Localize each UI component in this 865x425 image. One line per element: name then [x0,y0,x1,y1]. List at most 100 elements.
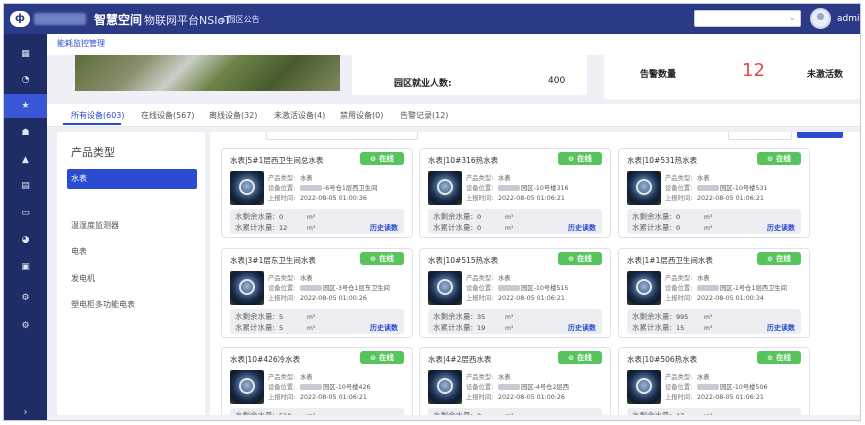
remaining-row: 水剩余水量: 995 m³ [632,311,712,322]
device-card[interactable]: 水表|10#506热水表 ⊙ 在线 产品类型: 水表 设备位置: 园区-10号楼506 上报时… [618,347,810,415]
category-item-water-meter[interactable]: 水表 [67,169,197,189]
cumulative-label: 水累计水量: [632,323,673,332]
search-field[interactable] [266,132,418,140]
check-circle-icon: ⊙ [370,354,376,362]
remaining-value: 0 [279,213,284,221]
device-title: 水表|10#316热水表 [428,156,499,165]
logo-icon: ф [10,11,30,27]
park-notice-link[interactable]: ⌂ 园区公告 [220,14,260,25]
remaining-unit: m³ [704,214,713,221]
remaining-label: 水剩余水量: [433,212,474,221]
category-item-generator[interactable]: 发电机 [67,269,197,289]
chevron-down-icon: ⌄ [788,13,796,23]
alert-icon[interactable]: ▲ [4,148,47,172]
tab-all-devices[interactable]: 所有设备(603) [71,110,125,121]
device-card[interactable]: 水表|10#515热水表 ⊙ 在线 产品类型: 水表 设备位置: 园区-10号楼515 上报时… [419,248,611,338]
history-readings-link[interactable]: 历史读数 [568,323,596,333]
tab-disabled-devices[interactable]: 禁用设备(0) [340,110,383,121]
star-icon[interactable]: ★ [4,94,47,118]
gauge-icon[interactable]: ◕ [4,228,47,252]
cumulative-row: 水累计水量: 19 m³ [433,322,513,333]
device-card[interactable]: 水表|3#1层东卫生间水表 ⊙ 在线 产品类型: 水表 设备位置: 园区-3号仓1层东卫生间… [221,248,413,338]
location-value: 园区-10号楼531 [720,185,768,192]
users-icon[interactable]: ☗ [4,121,47,145]
dashboard-icon[interactable]: ▦ [4,42,47,66]
device-card[interactable]: 水表|10#426冷水表 ⊙ 在线 产品类型: 水表 设备位置: 园区-10号楼426 上报时… [221,347,413,415]
device-card[interactable]: 水表|10#316热水表 ⊙ 在线 产品类型: 水表 设备位置: 园区-10号楼316 上报时… [419,148,611,238]
cumulative-value: 19 [477,324,486,332]
device-photo [230,171,264,205]
pie-chart-icon[interactable]: ◔ [4,68,47,92]
location-row: 设备位置: 园区-10号楼426 [268,382,371,391]
top-search-select[interactable]: ⌄ [694,10,801,27]
remaining-row: 水剩余水量:0m³ [632,211,712,222]
category-item-electric-meter[interactable]: 电表 [67,242,197,262]
avatar[interactable] [810,8,831,29]
remaining-label: 水剩余水量: [632,411,672,415]
location-value: 园区-4号仓2层西 [521,384,570,391]
category-item-multifunction-meter[interactable]: 塑电柜多功能电表 [67,295,197,315]
report-time-label: 上报时间: [268,394,296,401]
document-icon[interactable]: ▤ [4,174,47,198]
device-title: 水表|10#426冷水表 [230,355,301,364]
device-photo [627,171,661,205]
location-value: -6号仓1层西卫生间 [323,185,378,192]
device-card[interactable]: 水表|4#2层西水表 ⊙ 在线 产品类型: 水表 设备位置: 园区-4号仓2层西 上报时间: 2… [419,347,611,415]
location-label: 设备位置: [268,384,296,391]
remaining-label: 水剩余水量: [433,312,474,321]
report-time-label: 上报时间: [466,295,494,302]
remaining-value: 995 [676,313,689,321]
tab-alarm-records[interactable]: 告警记录(12) [400,110,448,121]
remaining-unit: m³ [505,314,514,321]
redacted-text [697,185,719,191]
status-text: 在线 [775,254,791,263]
history-readings-link[interactable]: 历史读数 [370,323,398,333]
device-title: 水表|5#1层西卫生间总水表 [230,156,324,165]
cumulative-value: 15 [676,324,685,332]
device-card[interactable]: 水表|10#531热水表 ⊙ 在线 产品类型: 水表 设备位置: 园区-10号楼531 上报时… [618,148,810,238]
location-row: 设备位置: -6号仓1层西卫生间 [268,183,377,192]
cumulative-label: 水累计水量: [433,323,474,332]
reading-box: 水剩余水量: 0 m³ 水累计水量: 0 m³ 历史读数 [627,209,801,234]
product-type-label: 产品类型: [268,374,296,381]
category-panel: 产品类型 水表 温湿度监测器 电表 发电机 塑电柜多功能电表 [57,132,205,415]
cumulative-row: 水累计水量: 12 m³ [235,222,315,233]
settings-2-icon[interactable]: ⚙ [4,314,47,338]
history-readings-link[interactable]: 历史读数 [767,223,795,233]
tab-online-devices[interactable]: 在线设备(567) [141,110,195,121]
storage-icon[interactable]: ▭ [4,201,47,225]
cumulative-row: 水累计水量: 5 m³ [235,322,315,333]
remaining-unit: m³ [307,214,316,221]
device-title: 水表|10#531热水表 [627,156,698,165]
tab-energy-monitoring[interactable]: 能耗监控管理 [57,38,105,49]
cumulative-unit: m³ [505,225,514,232]
location-row: 设备位置: 园区-10号楼515 [466,283,569,292]
calendar-icon[interactable]: ▣ [4,255,47,279]
category-item-temp-humidity[interactable]: 温湿度监测器 [67,216,197,236]
cumulative-value: 5 [279,324,284,332]
tab-offline-devices[interactable]: 离线设备(32) [209,110,257,121]
remaining-row: 水剩余水量:0m³ [433,410,513,415]
report-time-value: 2022-08-05 01:06:21 [300,394,367,401]
filter-field[interactable] [728,132,792,140]
history-readings-link[interactable]: 历史读数 [767,323,795,333]
report-time-value: 2022-08-05 01:06:21 [697,394,764,401]
product-type-label: 产品类型: [466,374,494,381]
device-title: 水表|1#1层西卫生间水表 [627,256,713,265]
settings-icon[interactable]: ⚙ [4,286,47,310]
device-card[interactable]: 水表|1#1层西卫生间水表 ⊙ 在线 产品类型: 水表 设备位置: 园区-1号仓1层西卫生间… [618,248,810,338]
device-card[interactable]: 水表|5#1层西卫生间总水表 ⊙ 在线 产品类型: 水表 设备位置: -6号仓1层西卫生间上… [221,148,413,238]
tab-inactive-devices[interactable]: 未激活设备(4) [274,110,325,121]
cumulative-unit: m³ [704,225,713,232]
cumulative-value: 12 [279,224,288,232]
remaining-value: 0 [477,213,482,221]
history-readings-link[interactable]: 历史读数 [370,223,398,233]
username[interactable]: admin [837,14,860,24]
expand-sidebar-icon[interactable]: › [4,407,47,418]
remaining-label: 水剩余水量: [433,411,473,415]
device-filter-tabs: 所有设备(603) 在线设备(567) 离线设备(32) 未激活设备(4) 禁用… [47,104,860,127]
history-readings-link[interactable]: 历史读数 [568,223,596,233]
status-badge: ⊙ 在线 [558,252,602,265]
search-button[interactable] [797,132,843,138]
location-label: 设备位置: [466,185,494,192]
